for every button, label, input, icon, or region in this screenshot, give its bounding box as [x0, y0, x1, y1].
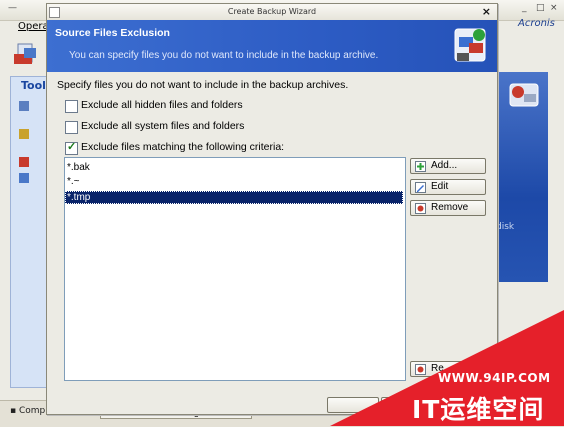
list-item[interactable]: *.bak — [65, 161, 403, 174]
page-subtitle: You can specify files you do not want to… — [69, 50, 379, 61]
acronis-logo: Acronis — [518, 18, 555, 29]
edit-button[interactable]: Edit — [410, 179, 486, 195]
add-button-label: Add... — [431, 160, 458, 171]
add-button[interactable]: Add... — [410, 158, 486, 174]
edit-button-label: Edit — [431, 181, 449, 192]
watermark-title: IT运维空间 — [412, 395, 545, 424]
tool-item-icon[interactable] — [19, 157, 29, 167]
exclude-hidden-checkbox[interactable] — [65, 100, 78, 113]
close-icon[interactable]: × — [550, 3, 558, 13]
background-toolbar — [10, 40, 46, 74]
remove-icon — [415, 203, 426, 214]
background-banner: disk — [496, 72, 548, 282]
wizard-titlebar: Create Backup Wizard × — [47, 4, 497, 21]
exclude-matching-label: Exclude files matching the following cri… — [81, 141, 285, 153]
tool-item-icon[interactable] — [19, 173, 29, 183]
acronis-product-icon — [509, 83, 539, 107]
window-menu-icon[interactable]: — — [8, 3, 17, 13]
page-title: Source Files Exclusion — [55, 27, 170, 39]
acronis-logo-text: Acronis — [518, 18, 555, 29]
tools-panel: Tools — [10, 76, 53, 388]
file-exclusion-icon — [454, 28, 486, 62]
menu-operations[interactable]: Opera — [18, 21, 49, 32]
exclude-system-checkbox[interactable] — [65, 121, 78, 134]
maximize-icon[interactable]: □ — [536, 3, 545, 13]
add-icon — [415, 161, 426, 172]
exclude-system-label: Exclude all system files and folders — [81, 120, 245, 132]
remove-button[interactable]: Remove — [410, 200, 486, 216]
toolbar-tool-icon[interactable] — [10, 40, 40, 70]
background-menubar: Opera — [0, 20, 49, 36]
instructions-text: Specify files you do not want to include… — [57, 79, 349, 91]
banner-disk-text: disk — [496, 222, 515, 232]
exclude-hidden-label: Exclude all hidden files and folders — [81, 99, 243, 111]
minimize-icon[interactable]: _ — [522, 3, 527, 13]
tool-item-icon[interactable] — [19, 101, 29, 111]
list-item-selected[interactable]: *.tmp — [65, 191, 403, 204]
edit-icon — [415, 182, 426, 193]
tool-item-icon[interactable] — [19, 129, 29, 139]
close-icon[interactable]: × — [482, 5, 491, 18]
exclude-matching-checkbox[interactable] — [65, 140, 78, 155]
wizard-title: Create Backup Wizard — [227, 7, 317, 16]
remove-button-label: Remove — [431, 202, 469, 213]
tools-header: Tools — [21, 79, 53, 92]
watermark-url: WWW.94IP.COM — [438, 371, 551, 385]
wizard-header: Source Files Exclusion You can specify f… — [47, 20, 497, 72]
list-item[interactable]: *.~ — [65, 175, 403, 188]
